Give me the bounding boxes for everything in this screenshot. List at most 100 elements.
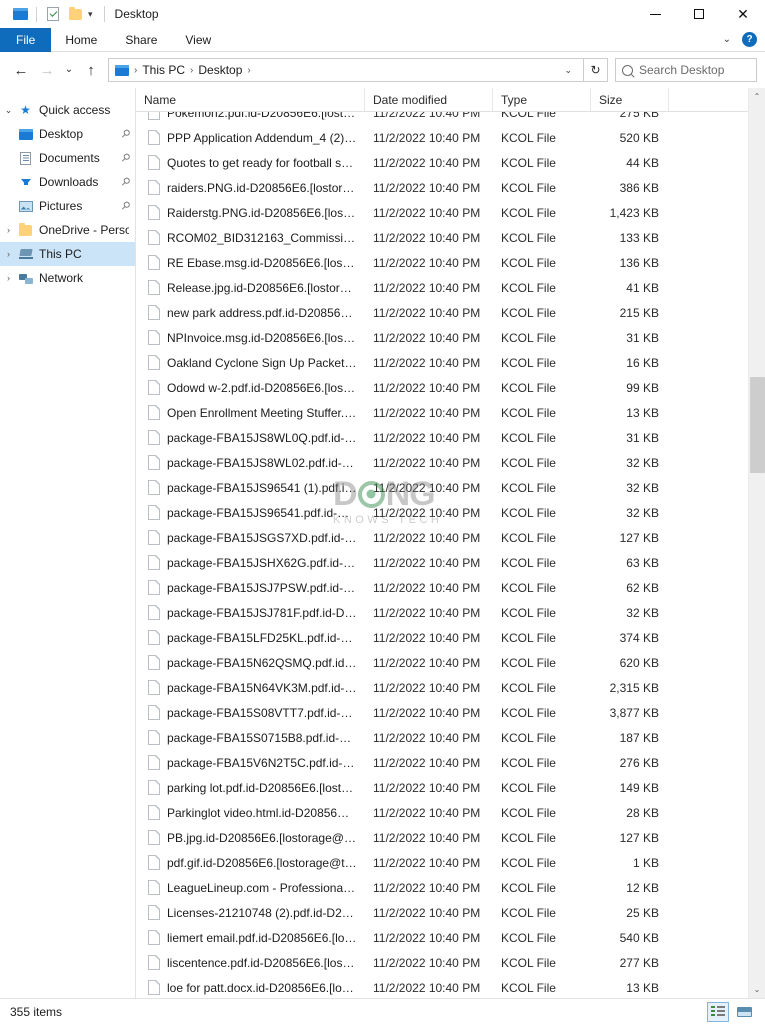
sidebar-item-network[interactable]: › Network — [0, 266, 135, 290]
tab-file[interactable]: File — [0, 28, 52, 52]
column-header-name[interactable]: ⌃ Name — [136, 88, 365, 111]
vertical-scrollbar[interactable]: ⌃ ⌄ — [748, 88, 765, 998]
tab-view[interactable]: View — [171, 28, 225, 52]
size-cell: 127 KB — [619, 830, 659, 845]
table-row[interactable]: LeagueLineup.com - Professional Service.… — [136, 875, 748, 900]
refresh-button[interactable]: ↻ — [584, 58, 608, 82]
table-row[interactable]: package-FBA15JSJ7PSW.pdf.id-D20856E... 11… — [136, 575, 748, 600]
sidebar-item-downloads[interactable]: Downloads ⚲ — [0, 170, 135, 194]
table-row[interactable]: NPInvoice.msg.id-D20856E6.[lostorage@...… — [136, 325, 748, 350]
sidebar-item-onedrive-personal[interactable]: › OneDrive - Personal — [0, 218, 135, 242]
table-row[interactable]: Pokemon2.pdf.id-D20856E6.[lostorage@... 1… — [136, 112, 748, 125]
new-folder-icon[interactable] — [64, 3, 86, 25]
table-row[interactable]: liscentence.pdf.id-D20856E6.[lostorage@.… — [136, 950, 748, 975]
tab-share[interactable]: Share — [111, 28, 171, 52]
table-row[interactable]: package-FBA15JSGS7XD.pdf.id-D20856E... 11… — [136, 525, 748, 550]
chevron-down-icon[interactable]: ⌄ — [720, 34, 734, 45]
type-cell: KCOL File — [501, 405, 556, 420]
size-cell: 277 KB — [619, 955, 659, 970]
table-row[interactable]: Quotes to get ready for football season.… — [136, 150, 748, 175]
sidebar-item-quick-access[interactable]: ⌄ ★ Quick access — [0, 98, 135, 122]
table-row[interactable]: package-FBA15N62QSMQ.pdf.id-D2085... 11/2… — [136, 650, 748, 675]
column-header-date-modified[interactable]: Date modified — [365, 88, 493, 111]
file-name-cell: package-FBA15JS8WL0Q.pdf.id-D20856... — [136, 430, 365, 445]
pin-icon[interactable]: ⚲ — [118, 151, 132, 165]
details-view-button[interactable] — [707, 1001, 729, 1022]
scrollbar-track[interactable] — [749, 105, 765, 981]
table-row[interactable]: Parkinglot video.html.id-D20856E6.[losto… — [136, 800, 748, 825]
table-row[interactable]: pdf.gif.id-D20856E6.[lostorage@tutanot..… — [136, 850, 748, 875]
breadcrumb-item-this-pc[interactable]: This PC — [138, 63, 189, 77]
tab-home[interactable]: Home — [51, 28, 111, 52]
scroll-down-icon[interactable]: ⌄ — [749, 981, 765, 998]
file-name-cell: Raiderstg.PNG.id-D20856E6.[lostorage@... — [136, 205, 365, 220]
maximize-button[interactable] — [677, 0, 721, 28]
sidebar-item-this-pc[interactable]: › This PC — [0, 242, 135, 266]
table-row[interactable]: package-FBA15LFD25KL.pdf.id-D20856E... 11… — [136, 625, 748, 650]
help-icon[interactable]: ? — [742, 32, 757, 47]
breadcrumb-dropdown-icon[interactable]: ⌄ — [559, 65, 577, 76]
table-row[interactable]: package-FBA15V6N2T5C.pdf.id-D20856... 11/… — [136, 750, 748, 775]
scroll-up-icon[interactable]: ⌃ — [749, 88, 765, 105]
table-row[interactable]: Licenses-21210748 (2).pdf.id-D20856E6.[.… — [136, 900, 748, 925]
chevron-down-icon[interactable]: ⌄ — [0, 105, 17, 116]
recent-locations-button[interactable]: ⌄ — [60, 57, 78, 83]
column-header-type[interactable]: Type — [493, 88, 591, 111]
chevron-right-icon[interactable]: › — [0, 249, 17, 259]
generic-file-icon — [148, 430, 160, 445]
up-button[interactable]: ↑ — [78, 57, 104, 83]
table-row[interactable]: package-FBA15JSJ781F.pdf.id-D20856E6... 1… — [136, 600, 748, 625]
close-button[interactable]: ✕ — [721, 0, 765, 28]
date-modified-cell: 11/2/2022 10:40 PM — [373, 112, 481, 120]
table-row[interactable]: PB.jpg.id-D20856E6.[lostorage@tutanota..… — [136, 825, 748, 850]
chevron-right-icon[interactable]: › — [0, 273, 17, 283]
pin-icon[interactable]: ⚲ — [118, 127, 132, 141]
table-row[interactable]: package-FBA15JS96541.pdf.id-D20856E... 11… — [136, 500, 748, 525]
back-button[interactable]: ← — [8, 57, 34, 83]
chevron-right-icon[interactable]: › — [0, 225, 17, 235]
table-row[interactable]: Release.jpg.id-D20856E6.[lostorage@tut..… — [136, 275, 748, 300]
explorer-body: ⌄ ★ Quick access Desktop ⚲ Documents ⚲ Download… — [0, 88, 765, 998]
size-cell: 540 KB — [619, 930, 659, 945]
table-row[interactable]: RCOM02_BID312163_Commission_State... 11/2… — [136, 225, 748, 250]
large-icons-view-button[interactable] — [733, 1002, 755, 1022]
sidebar-item-desktop[interactable]: Desktop ⚲ — [0, 122, 135, 146]
table-row[interactable]: package-FBA15JSHX62G.pdf.id-D20856E... 11… — [136, 550, 748, 575]
table-row[interactable]: raiders.PNG.id-D20856E6.[lostorage@tut..… — [136, 175, 748, 200]
table-row[interactable]: PPP Application Addendum_4 (2).pdf.id-..… — [136, 125, 748, 150]
table-row[interactable]: RE Ebase.msg.id-D20856E6.[lostorage@... 1… — [136, 250, 748, 275]
table-row[interactable]: new park address.pdf.id-D20856E6.[lost..… — [136, 300, 748, 325]
forward-button: → — [39, 61, 55, 79]
properties-icon[interactable] — [42, 3, 64, 25]
sidebar-item-documents[interactable]: Documents ⚲ — [0, 146, 135, 170]
minimize-button[interactable] — [633, 0, 677, 28]
file-name-label: package-FBA15JSJ781F.pdf.id-D20856E6... — [167, 605, 357, 620]
date-modified-cell: 11/2/2022 10:40 PM — [373, 230, 481, 245]
table-row[interactable]: package-FBA15JS8WL02.pdf.id-D20856E... 11… — [136, 450, 748, 475]
table-row[interactable]: package-FBA15JS8WL0Q.pdf.id-D20856... 11/… — [136, 425, 748, 450]
generic-file-icon — [148, 155, 160, 170]
search-input[interactable]: Search Desktop — [639, 63, 724, 77]
table-row[interactable]: parking lot.pdf.id-D20856E6.[lostorage@.… — [136, 775, 748, 800]
column-header-size[interactable]: Size — [591, 88, 669, 111]
pin-icon[interactable]: ⚲ — [118, 175, 132, 189]
table-row[interactable]: Odowd w-2.pdf.id-D20856E6.[lostorage... 1… — [136, 375, 748, 400]
scrollbar-thumb[interactable] — [749, 376, 765, 473]
date-modified-cell: 11/2/2022 10:40 PM — [373, 930, 481, 945]
sidebar-item-pictures[interactable]: Pictures ⚲ — [0, 194, 135, 218]
table-row[interactable]: Oakland Cyclone Sign Up Packet.docx.id-.… — [136, 350, 748, 375]
breadcrumb-item-desktop[interactable]: Desktop — [194, 63, 246, 77]
qat-dropdown-icon[interactable]: ▾ — [86, 9, 95, 19]
table-row[interactable]: package-FBA15S08VTT7.pdf.id-D20856E... 11… — [136, 700, 748, 725]
table-row[interactable]: liemert email.pdf.id-D20856E6.[lostorage… — [136, 925, 748, 950]
table-row[interactable]: package-FBA15S0715B8.pdf.id-D20856E... 11… — [136, 725, 748, 750]
table-row[interactable]: package-FBA15JS96541 (1).pdf.id-D2085...… — [136, 475, 748, 500]
table-row[interactable]: package-FBA15N64VK3M.pdf.id-D20856... 11/… — [136, 675, 748, 700]
breadcrumb[interactable]: › This PC › Desktop › ⌄ — [108, 58, 584, 82]
table-row[interactable]: loe for patt.docx.id-D20856E6.[lostorage… — [136, 975, 748, 998]
pin-icon[interactable]: ⚲ — [118, 199, 132, 213]
date-modified-cell: 11/2/2022 10:40 PM — [373, 905, 481, 920]
search-box[interactable]: Search Desktop — [615, 58, 757, 82]
table-row[interactable]: Raiderstg.PNG.id-D20856E6.[lostorage@...… — [136, 200, 748, 225]
table-row[interactable]: Open Enrollment Meeting Stuffer.docx.id.… — [136, 400, 748, 425]
